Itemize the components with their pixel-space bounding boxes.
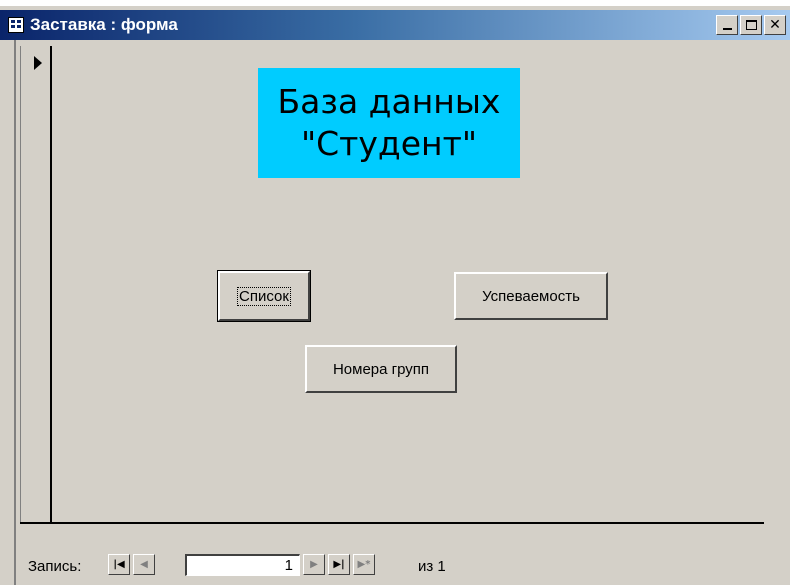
new-record-button[interactable]: ▶*	[353, 554, 375, 575]
title-banner: База данных "Студент"	[258, 68, 520, 178]
new-record-icon: ▶*	[357, 559, 371, 570]
maximize-icon	[745, 20, 757, 30]
progress-button[interactable]: Успеваемость	[454, 272, 608, 320]
next-record-icon: ▶	[310, 559, 318, 570]
banner-line-1: База данных	[277, 82, 501, 121]
record-label: Запись:	[28, 558, 82, 575]
maximize-button[interactable]	[740, 15, 762, 35]
record-navigation-bar: Запись: |◀ ◀ 1 ▶ ▶| ▶* из 1	[0, 540, 790, 580]
progress-button-label: Успеваемость	[482, 287, 580, 305]
detail-section-border	[20, 522, 764, 524]
record-selector-bar	[20, 46, 50, 522]
previous-record-icon: ◀	[140, 559, 148, 570]
previous-record-button[interactable]: ◀	[133, 554, 155, 575]
groups-button-label: Номера групп	[332, 360, 430, 378]
record-selector[interactable]	[20, 46, 52, 522]
minimize-button[interactable]	[716, 15, 738, 35]
record-count: из 1	[418, 558, 446, 575]
list-button-label: Список	[237, 286, 291, 306]
next-record-button[interactable]: ▶	[303, 554, 325, 575]
window-controls: ✕	[716, 15, 786, 35]
close-button[interactable]: ✕	[764, 15, 786, 35]
form-icon[interactable]	[8, 17, 24, 33]
title-bar[interactable]: Заставка : форма ✕	[0, 10, 790, 40]
last-record-button[interactable]: ▶|	[328, 554, 350, 575]
current-record-input[interactable]: 1	[185, 554, 300, 576]
list-button[interactable]: Список	[217, 270, 311, 322]
first-record-button[interactable]: |◀	[108, 554, 130, 575]
last-record-icon: ▶|	[333, 559, 345, 570]
window-title: Заставка : форма	[30, 15, 178, 34]
close-icon: ✕	[769, 17, 781, 33]
minimize-icon	[722, 28, 732, 30]
groups-button[interactable]: Номера групп	[305, 345, 457, 393]
banner-line-2: "Студент"	[300, 124, 478, 163]
current-record-arrow-icon	[34, 56, 42, 70]
first-record-icon: |◀	[113, 559, 125, 570]
window-left-edge	[14, 40, 16, 585]
